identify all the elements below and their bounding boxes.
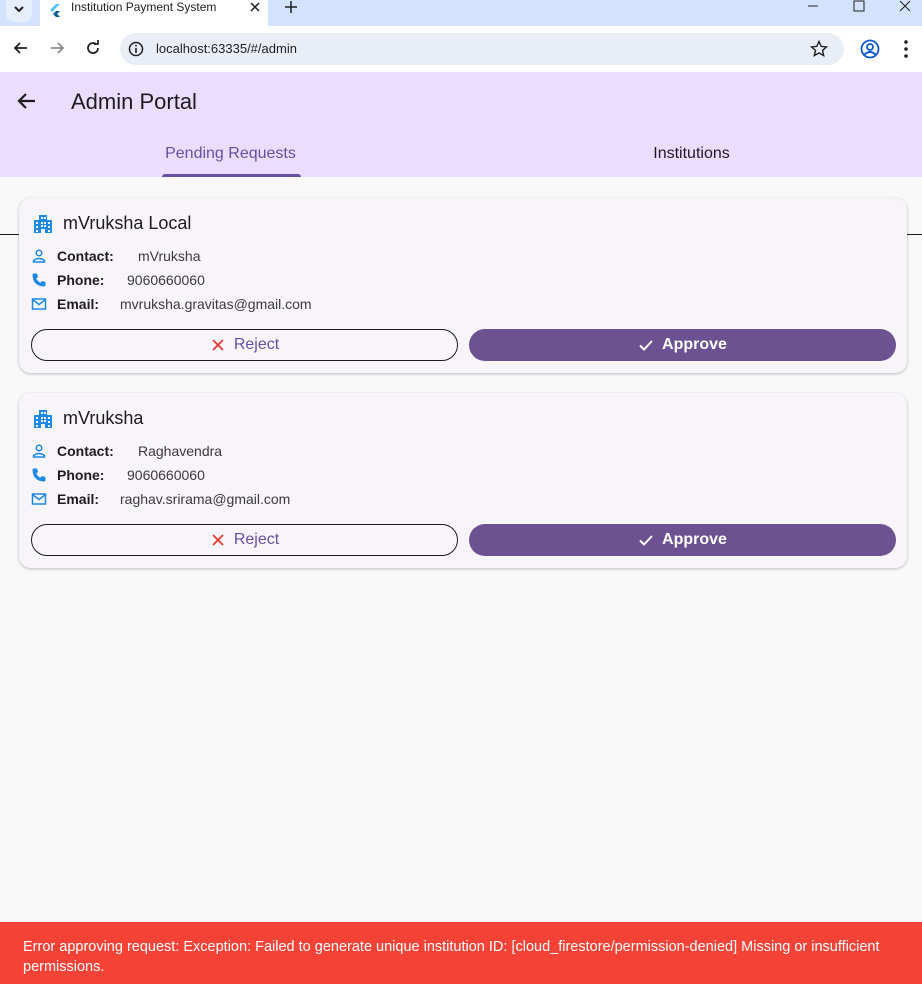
email-value: raghav.srirama@gmail.com [120, 491, 291, 507]
approve-button[interactable]: Approve [469, 524, 896, 556]
email-value: mvruksha.gravitas@gmail.com [120, 296, 312, 312]
error-snackbar: Error approving request: Exception: Fail… [0, 922, 922, 984]
check-icon [639, 340, 653, 351]
institution-name: mVruksha [63, 408, 144, 428]
contact-value: mVruksha [138, 248, 201, 264]
building-icon [34, 410, 52, 428]
url-text[interactable]: localhost:63335/#/admin [156, 41, 297, 57]
profile-icon[interactable] [860, 39, 880, 59]
flutter-icon [50, 4, 60, 17]
email-label: Email: [57, 491, 100, 507]
building-icon [34, 215, 52, 233]
institution-name: mVruksha Local [63, 213, 192, 233]
check-icon [639, 535, 653, 546]
reject-label: Reject [233, 531, 280, 548]
browser-tabstrip: Institution Payment System [0, 0, 922, 26]
close-icon [212, 534, 224, 546]
maximize-icon[interactable] [852, 0, 866, 12]
phone-icon [32, 468, 46, 482]
email-label: Email: [57, 296, 100, 312]
plus-icon[interactable] [283, 0, 299, 15]
tab-search-button[interactable] [6, 0, 32, 22]
window-close-icon[interactable] [898, 0, 912, 12]
approve-button[interactable]: Approve [469, 329, 896, 361]
phone-icon [32, 273, 46, 287]
tab-pending-requests[interactable]: Pending Requests [0, 130, 461, 176]
tab-indicator [162, 174, 301, 177]
mail-icon [31, 298, 47, 310]
mail-icon [31, 493, 47, 505]
request-card: mVruksha Contact: Raghavendra Phone: 906… [19, 393, 907, 568]
reject-label: Reject [233, 336, 280, 353]
app-bar: Admin Portal Pending Requests Institutio… [0, 72, 922, 235]
phone-value: 9060660060 [127, 467, 205, 483]
person-icon [32, 249, 46, 263]
tab-label: Institutions [653, 145, 730, 162]
more-vert-icon[interactable] [898, 39, 914, 59]
minimize-icon[interactable] [806, 0, 820, 12]
chevron-down-icon [14, 6, 24, 13]
reject-button[interactable]: Reject [31, 329, 458, 361]
contact-label: Contact: [57, 248, 114, 264]
phone-label: Phone: [57, 467, 105, 483]
close-icon [212, 339, 224, 351]
request-card: mVruksha Local Contact: mVruksha Phone: … [19, 198, 907, 373]
approve-label: Approve [662, 531, 727, 548]
tab-label: Pending Requests [165, 145, 296, 162]
browser-tab[interactable]: Institution Payment System [40, 0, 268, 26]
page-title: Admin Portal [71, 89, 197, 114]
forward-arrow-icon[interactable] [48, 39, 66, 57]
contact-label: Contact: [57, 443, 114, 459]
contact-value: Raghavendra [138, 443, 223, 459]
snackbar-message: Error approving request: Exception: Fail… [23, 939, 880, 975]
close-icon[interactable] [248, 0, 262, 14]
approve-label: Approve [662, 336, 727, 353]
reject-button[interactable]: Reject [31, 524, 458, 556]
star-icon[interactable] [810, 40, 828, 58]
back-arrow-icon[interactable] [14, 88, 40, 114]
tab-institutions[interactable]: Institutions [461, 130, 922, 176]
phone-label: Phone: [57, 272, 105, 288]
address-bar[interactable]: localhost:63335/#/admin [120, 33, 844, 65]
tab-title: Institution Payment System [71, 0, 217, 14]
browser-toolbar: localhost:63335/#/admin [0, 26, 922, 72]
reload-icon[interactable] [84, 39, 102, 57]
phone-value: 9060660060 [127, 272, 205, 288]
back-arrow-icon[interactable] [12, 39, 30, 57]
person-icon [32, 444, 46, 458]
tab-bar: Pending Requests Institutions [0, 130, 922, 235]
info-icon[interactable] [128, 41, 144, 57]
